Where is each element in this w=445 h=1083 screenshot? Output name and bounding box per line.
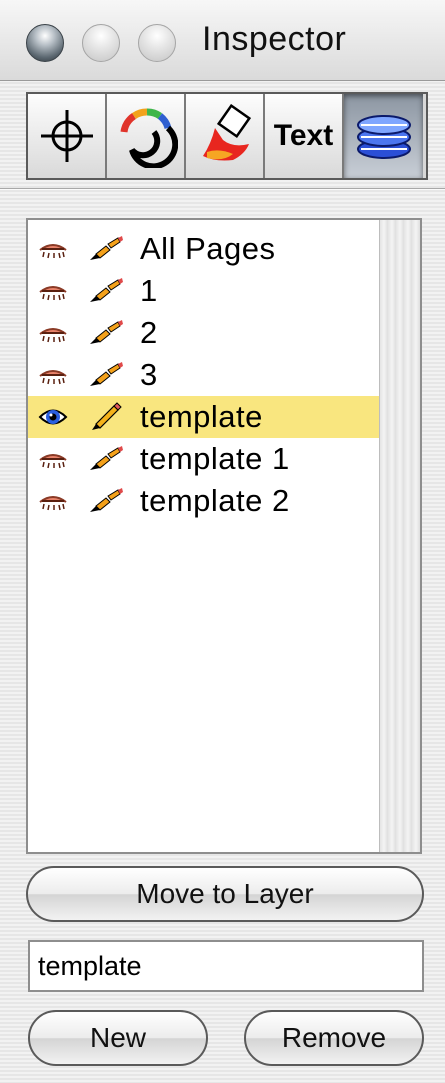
- tool-crosshair[interactable]: [28, 94, 107, 178]
- eye-closed-icon[interactable]: [38, 362, 68, 388]
- pencil-locked-icon[interactable]: [86, 234, 124, 264]
- layer-row[interactable]: All Pages: [28, 228, 380, 270]
- layer-name: template: [140, 399, 263, 434]
- layer-list: All Pages 1 2 3 template template 1 template 2: [26, 218, 422, 854]
- inspector-toolbar: Text: [26, 92, 428, 180]
- window-title: Inspector: [202, 20, 347, 58]
- tool-layers[interactable]: [344, 94, 423, 178]
- layers-icon: [356, 115, 411, 159]
- toolbar-divider: [0, 188, 445, 190]
- eye-open-icon[interactable]: [38, 404, 68, 430]
- layer-row[interactable]: template 2: [28, 480, 380, 522]
- layer-name-field[interactable]: [28, 940, 424, 992]
- layer-name: 1: [140, 273, 158, 308]
- layer-row[interactable]: template: [28, 396, 380, 438]
- eye-closed-icon[interactable]: [38, 320, 68, 346]
- move-to-layer-button[interactable]: Move to Layer: [26, 866, 424, 922]
- eye-closed-icon[interactable]: [38, 236, 68, 262]
- close-button[interactable]: [26, 24, 64, 62]
- tool-color[interactable]: [107, 94, 186, 178]
- layer-name: template 1: [140, 441, 290, 476]
- title-bar[interactable]: Inspector: [0, 0, 445, 81]
- layer-row[interactable]: 1: [28, 270, 380, 312]
- crosshair-icon: [40, 110, 93, 162]
- pencil-locked-icon[interactable]: [86, 360, 124, 390]
- pencil-icon[interactable]: [86, 402, 124, 432]
- zoom-button[interactable]: [138, 24, 176, 62]
- vertical-scrollbar[interactable]: [379, 220, 420, 852]
- text-icon: Text: [273, 119, 334, 152]
- layer-row[interactable]: 3: [28, 354, 380, 396]
- pencil-locked-icon[interactable]: [86, 276, 124, 306]
- color-wheel-icon: [120, 108, 178, 168]
- pencil-locked-icon[interactable]: [86, 318, 124, 348]
- paint-bucket-icon: [202, 104, 251, 161]
- new-layer-button[interactable]: New: [28, 1010, 208, 1066]
- layer-row[interactable]: template 1: [28, 438, 380, 480]
- eye-closed-icon[interactable]: [38, 446, 68, 472]
- layer-name: 3: [140, 357, 158, 392]
- tool-text[interactable]: Text: [265, 94, 344, 178]
- minimize-button[interactable]: [82, 24, 120, 62]
- tool-fill[interactable]: [186, 94, 265, 178]
- eye-closed-icon[interactable]: [38, 488, 68, 514]
- layer-name: template 2: [140, 483, 290, 518]
- pencil-locked-icon[interactable]: [86, 444, 124, 474]
- remove-layer-button[interactable]: Remove: [244, 1010, 424, 1066]
- pencil-locked-icon[interactable]: [86, 486, 124, 516]
- inspector-window: Inspector Text All Pages 1 2 3 template …: [0, 0, 445, 1083]
- eye-closed-icon[interactable]: [38, 278, 68, 304]
- layer-list-content: All Pages 1 2 3 template template 1 template 2: [28, 220, 380, 852]
- layer-row[interactable]: 2: [28, 312, 380, 354]
- layer-name: 2: [140, 315, 158, 350]
- layer-name: All Pages: [140, 231, 276, 266]
